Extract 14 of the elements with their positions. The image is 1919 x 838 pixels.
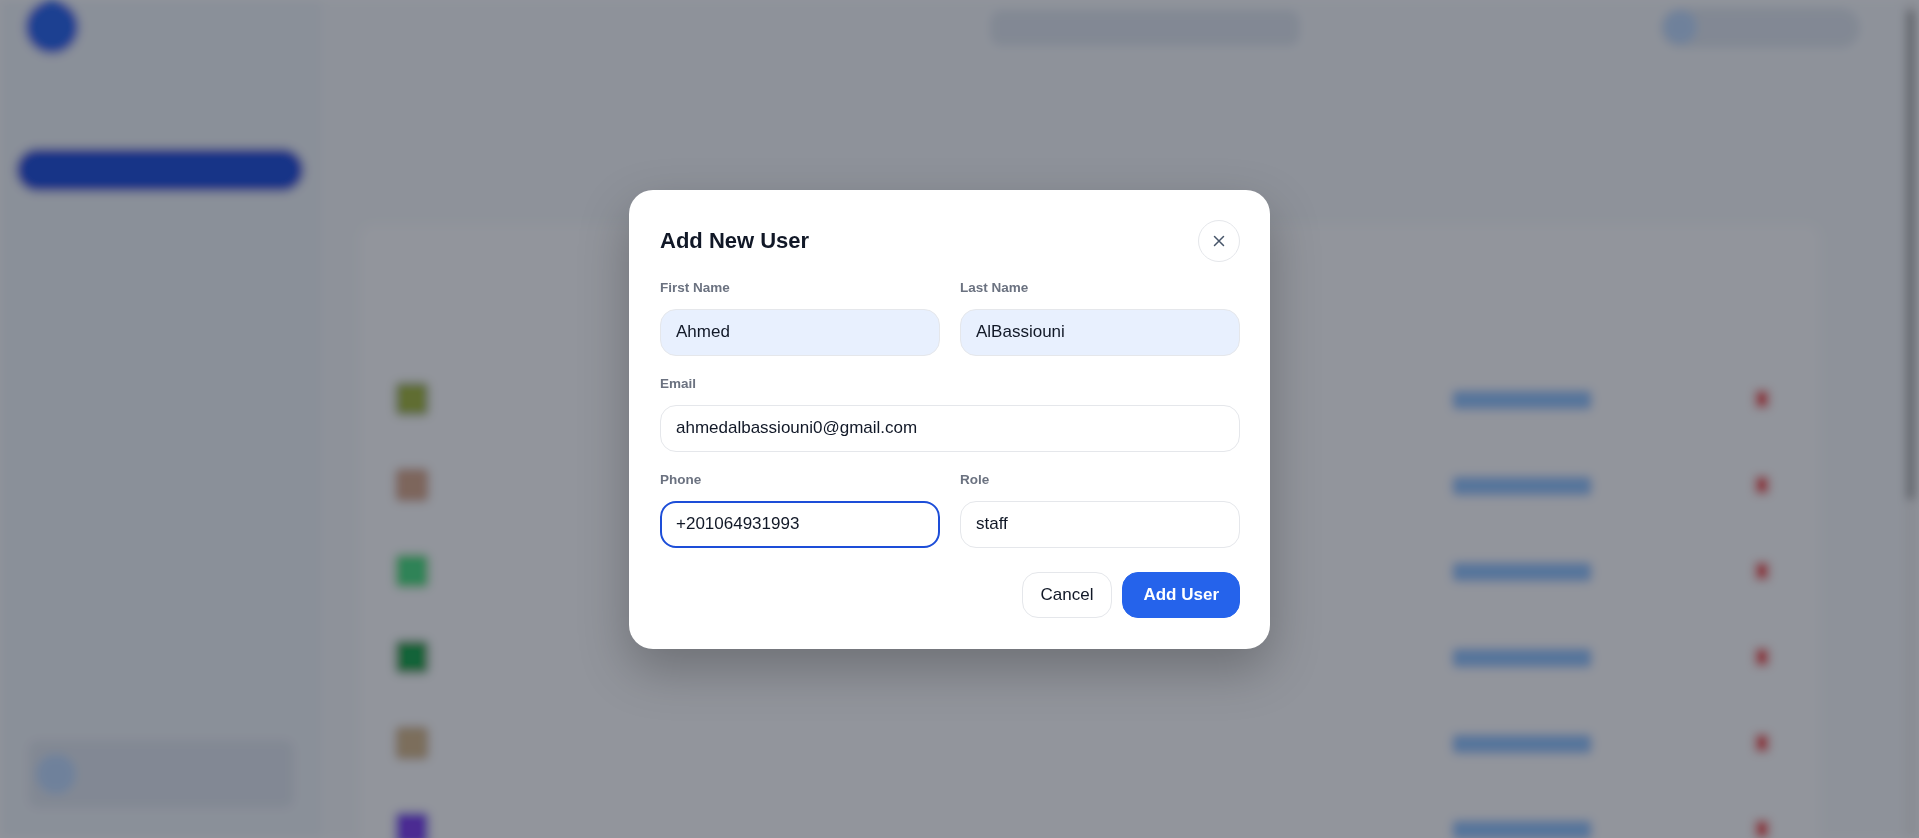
field-label: First Name bbox=[660, 279, 731, 295]
field-label: Role bbox=[960, 471, 991, 487]
field-label: Phone bbox=[660, 471, 703, 487]
input-field[interactable]: Ahmed bbox=[660, 308, 940, 356]
dialog-title: Add New User bbox=[660, 227, 810, 254]
input-field[interactable]: AlBassiouni bbox=[960, 308, 1240, 356]
field-label: Last Name bbox=[960, 279, 1030, 295]
input-field[interactable]: staff bbox=[960, 500, 1240, 548]
field-label: Email bbox=[660, 375, 698, 391]
input-field[interactable]: ahmedalbassiouni0@gmail.com bbox=[660, 404, 1240, 452]
close-button[interactable] bbox=[1198, 219, 1240, 262]
add-user-button[interactable]: Add User bbox=[1122, 571, 1240, 618]
input-field[interactable]: +201064931993 bbox=[660, 500, 940, 548]
cancel-button[interactable]: Cancel bbox=[1021, 571, 1113, 618]
